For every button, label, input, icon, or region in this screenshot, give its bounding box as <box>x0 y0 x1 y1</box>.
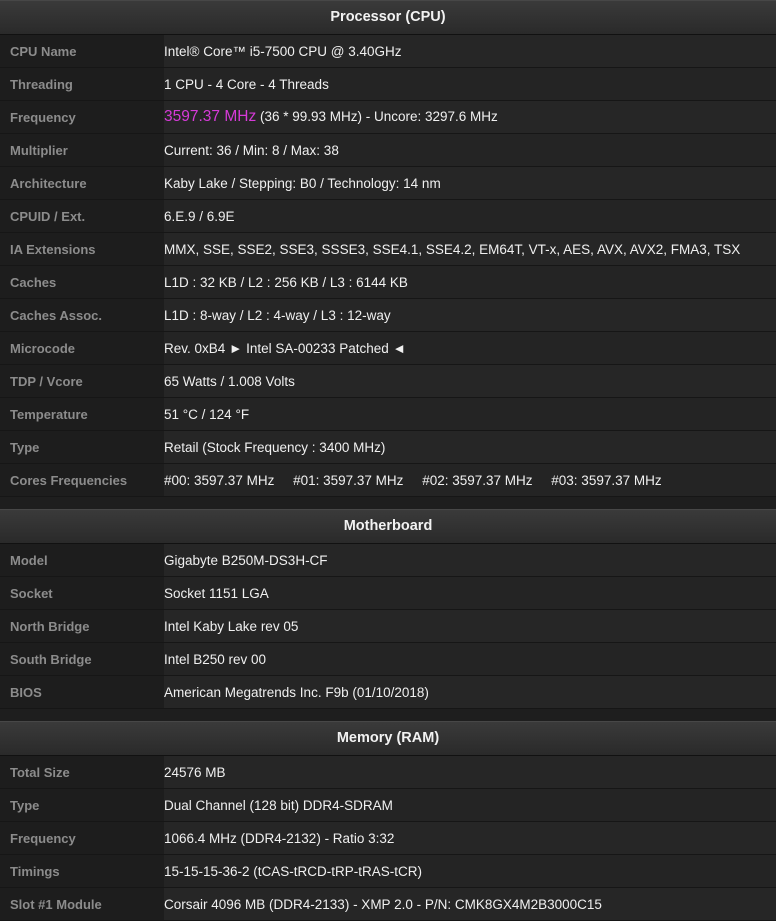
row-value: 1066.4 MHz (DDR4-2132) - Ratio 3:32 <box>164 830 395 846</box>
core-frequency: #02: 3597.37 MHz <box>422 472 533 488</box>
row-value: Intel® Core™ i5-7500 CPU @ 3.40GHz <box>164 43 402 59</box>
row-value: 65 Watts / 1.008 Volts <box>164 373 295 389</box>
row-value: American Megatrends Inc. F9b (01/10/2018… <box>164 684 429 700</box>
socket-row: Socket Socket 1151 LGA <box>0 577 776 610</box>
row-value: Intel Kaby Lake rev 05 <box>164 618 299 634</box>
row-label: Multiplier <box>0 134 164 166</box>
row-value: Dual Channel (128 bit) DDR4-SDRAM <box>164 797 393 813</box>
motherboard-section-header: Motherboard <box>0 509 776 544</box>
row-label: Caches <box>0 266 164 298</box>
frequency-row: Frequency 3597.37 MHz (36 * 99.93 MHz) -… <box>0 101 776 134</box>
memory-section: Memory (RAM) Total Size 24576 MB Type Du… <box>0 721 776 921</box>
row-value: 51 °C / 124 °F <box>164 406 250 422</box>
row-value: Intel B250 rev 00 <box>164 651 267 667</box>
bios-row: BIOS American Megatrends Inc. F9b (01/10… <box>0 676 776 709</box>
row-value: #00: 3597.37 MHz #01: 3597.37 MHz #02: 3… <box>164 473 776 488</box>
row-label: Type <box>0 431 164 463</box>
caches-assoc-row: Caches Assoc. L1D : 8-way / L2 : 4-way /… <box>0 299 776 332</box>
row-label: Temperature <box>0 398 164 430</box>
row-value: Kaby Lake / Stepping: B0 / Technology: 1… <box>164 175 441 191</box>
section-spacer <box>0 709 776 721</box>
memory-frequency-row: Frequency 1066.4 MHz (DDR4-2132) - Ratio… <box>0 822 776 855</box>
row-label: TDP / Vcore <box>0 365 164 397</box>
caches-row: Caches L1D : 32 KB / L2 : 256 KB / L3 : … <box>0 266 776 299</box>
core-frequency: #01: 3597.37 MHz <box>293 472 404 488</box>
row-value: Current: 36 / Min: 8 / Max: 38 <box>164 142 339 158</box>
core-frequency: #00: 3597.37 MHz <box>164 472 275 488</box>
row-value: 6.E.9 / 6.9E <box>164 208 235 224</box>
frequency-main-value: 3597.37 MHz <box>164 108 257 125</box>
row-label: North Bridge <box>0 610 164 642</box>
temperature-row: Temperature 51 °C / 124 °F <box>0 398 776 431</box>
timings-row: Timings 15-15-15-36-2 (tCAS-tRCD-tRP-tRA… <box>0 855 776 888</box>
total-size-row: Total Size 24576 MB <box>0 756 776 789</box>
row-value: 24576 MB <box>164 764 226 780</box>
row-value: Retail (Stock Frequency : 3400 MHz) <box>164 439 386 455</box>
row-label: Slot #1 Module <box>0 888 164 920</box>
row-label: Model <box>0 544 164 576</box>
cpuid-row: CPUID / Ext. 6.E.9 / 6.9E <box>0 200 776 233</box>
type-row: Type Retail (Stock Frequency : 3400 MHz) <box>0 431 776 464</box>
row-value: Corsair 4096 MB (DDR4-2133) - XMP 2.0 - … <box>164 896 602 912</box>
row-value: L1D : 32 KB / L2 : 256 KB / L3 : 6144 KB <box>164 274 408 290</box>
row-value: Gigabyte B250M-DS3H-CF <box>164 552 328 568</box>
motherboard-section: Motherboard Model Gigabyte B250M-DS3H-CF… <box>0 509 776 709</box>
core-frequency: #03: 3597.37 MHz <box>551 472 662 488</box>
row-value: 15-15-15-36-2 (tCAS-tRCD-tRP-tRAS-tCR) <box>164 863 423 879</box>
ia-extensions-row: IA Extensions MMX, SSE, SSE2, SSE3, SSSE… <box>0 233 776 266</box>
section-spacer <box>0 497 776 509</box>
row-label: CPUID / Ext. <box>0 200 164 232</box>
frequency-detail: (36 * 99.93 MHz) - Uncore: 3297.6 MHz <box>256 109 498 124</box>
row-label: Total Size <box>0 756 164 788</box>
row-label: Threading <box>0 68 164 100</box>
row-label: CPU Name <box>0 35 164 67</box>
row-value: 1 CPU - 4 Core - 4 Threads <box>164 76 329 92</box>
north-bridge-row: North Bridge Intel Kaby Lake rev 05 <box>0 610 776 643</box>
threading-row: Threading 1 CPU - 4 Core - 4 Threads <box>0 68 776 101</box>
row-value: Rev. 0xB4 ► Intel SA-00233 Patched ◄ <box>164 340 406 356</box>
model-row: Model Gigabyte B250M-DS3H-CF <box>0 544 776 577</box>
cpu-name-row: CPU Name Intel® Core™ i5-7500 CPU @ 3.40… <box>0 35 776 68</box>
row-label: IA Extensions <box>0 233 164 265</box>
multiplier-row: Multiplier Current: 36 / Min: 8 / Max: 3… <box>0 134 776 167</box>
row-label: Frequency <box>0 101 164 133</box>
row-value: L1D : 8-way / L2 : 4-way / L3 : 12-way <box>164 307 391 323</box>
memory-type-row: Type Dual Channel (128 bit) DDR4-SDRAM <box>0 789 776 822</box>
row-label: South Bridge <box>0 643 164 675</box>
south-bridge-row: South Bridge Intel B250 rev 00 <box>0 643 776 676</box>
row-label: Cores Frequencies <box>0 464 164 496</box>
row-label: Architecture <box>0 167 164 199</box>
row-label: Caches Assoc. <box>0 299 164 331</box>
row-value: 3597.37 MHz (36 * 99.93 MHz) - Uncore: 3… <box>164 108 776 126</box>
cores-frequencies-row: Cores Frequencies #00: 3597.37 MHz #01: … <box>0 464 776 497</box>
row-label: Type <box>0 789 164 821</box>
row-label: BIOS <box>0 676 164 708</box>
microcode-row: Microcode Rev. 0xB4 ► Intel SA-00233 Pat… <box>0 332 776 365</box>
cpu-section-header: Processor (CPU) <box>0 0 776 35</box>
row-label: Frequency <box>0 822 164 854</box>
row-label: Socket <box>0 577 164 609</box>
row-value: Socket 1151 LGA <box>164 585 269 601</box>
row-value: MMX, SSE, SSE2, SSE3, SSSE3, SSE4.1, SSE… <box>164 241 741 257</box>
cpu-section: Processor (CPU) CPU Name Intel® Core™ i5… <box>0 0 776 497</box>
row-label: Timings <box>0 855 164 887</box>
slot-1-module-row: Slot #1 Module Corsair 4096 MB (DDR4-213… <box>0 888 776 921</box>
memory-section-header: Memory (RAM) <box>0 721 776 756</box>
row-label: Microcode <box>0 332 164 364</box>
tdp-vcore-row: TDP / Vcore 65 Watts / 1.008 Volts <box>0 365 776 398</box>
architecture-row: Architecture Kaby Lake / Stepping: B0 / … <box>0 167 776 200</box>
